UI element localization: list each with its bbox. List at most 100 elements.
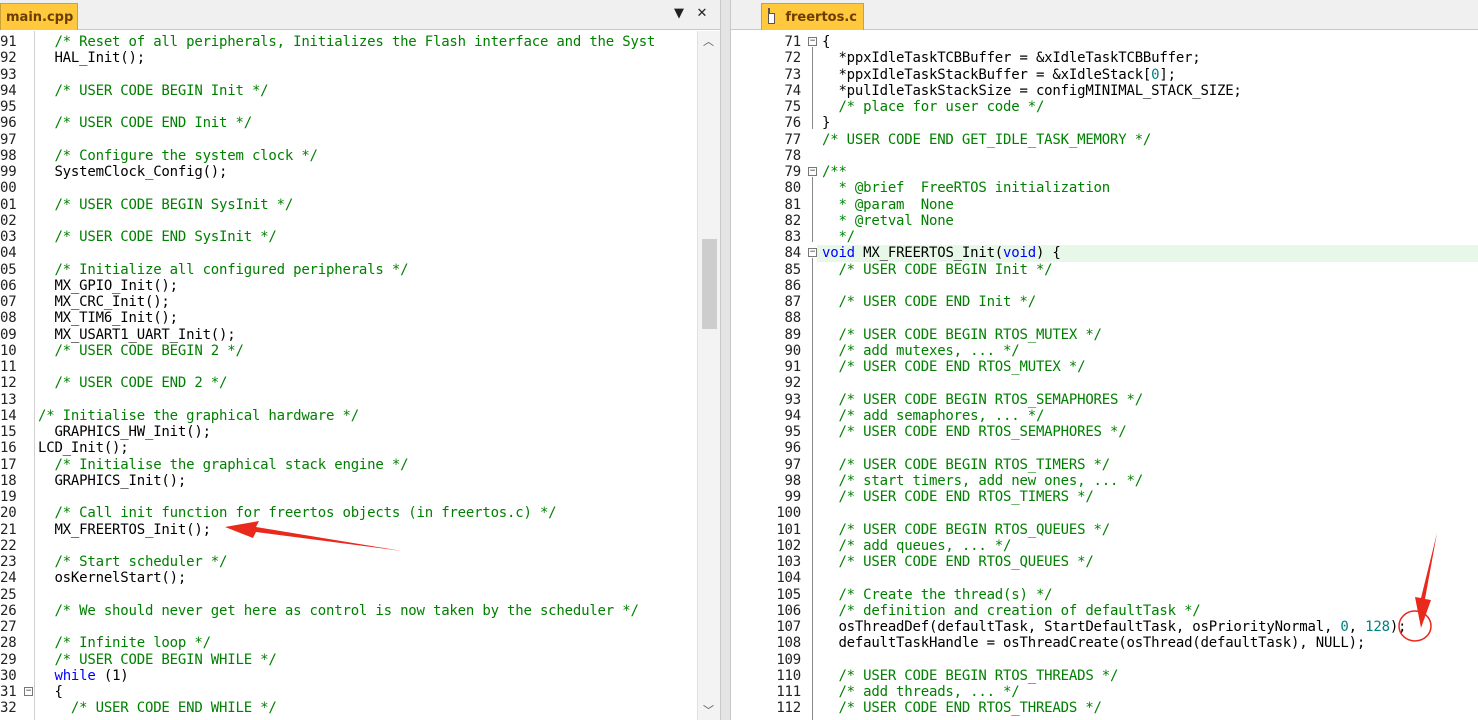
line-number: 81 bbox=[784, 196, 802, 213]
line-number: 104 bbox=[776, 570, 801, 587]
pane-splitter[interactable] bbox=[720, 0, 731, 720]
line-number: 97 bbox=[784, 456, 802, 473]
code-line: /** bbox=[822, 164, 847, 180]
line-number: 01 bbox=[0, 196, 17, 213]
line-number: 94 bbox=[0, 82, 17, 99]
line-number: 05 bbox=[0, 261, 17, 278]
line-number: 13 bbox=[0, 391, 17, 408]
tab-list-dropdown-icon[interactable]: ▼ bbox=[670, 5, 688, 23]
line-number: 15 bbox=[0, 424, 17, 440]
tab-bar-right: freertos.c bbox=[731, 0, 1478, 30]
tab-main-cpp[interactable]: main.cpp bbox=[0, 3, 78, 30]
code-line: /* USER CODE BEGIN Init */ bbox=[38, 82, 269, 99]
code-line: /* USER CODE BEGIN WHILE */ bbox=[38, 651, 277, 668]
code-line: } bbox=[822, 115, 831, 132]
code-line: *ppxIdleTaskTCBBuffer = &xIdleTaskTCBBuf… bbox=[822, 50, 1201, 67]
code-line: /* Reset of all peripherals, Initializes… bbox=[38, 34, 656, 50]
line-number: 17 bbox=[0, 456, 17, 473]
code-line: { bbox=[38, 684, 63, 700]
line-number: 95 bbox=[0, 99, 17, 115]
code-line: MX_FREERTOS_Init(); bbox=[38, 521, 211, 538]
line-number: 08 bbox=[0, 310, 17, 327]
line-number: 84 bbox=[784, 245, 802, 262]
scroll-down-arrow-icon[interactable]: ﹀ bbox=[703, 702, 714, 718]
code-line: MX_USART1_UART_Init(); bbox=[38, 326, 236, 343]
scrollbar-thumb[interactable] bbox=[702, 239, 717, 329]
code-line: /* Call init function for freertos objec… bbox=[38, 505, 557, 522]
code-line: MX_CRC_Init(); bbox=[38, 294, 170, 310]
line-number: 107 bbox=[776, 619, 801, 635]
line-number: 106 bbox=[776, 602, 801, 619]
tab-freertos-c[interactable]: freertos.c bbox=[761, 3, 864, 30]
close-tab-icon[interactable]: ✕ bbox=[693, 5, 711, 23]
editor-pane-freertos-c: freertos.c 71 {72 *ppxIdleTaskTCBBuffer =… bbox=[731, 0, 1478, 720]
fold-toggle-icon[interactable]: − bbox=[808, 37, 817, 46]
code-line: /* Configure the system clock */ bbox=[38, 147, 318, 164]
line-number: 86 bbox=[784, 277, 802, 294]
code-line: /* We should never get here as control i… bbox=[38, 602, 639, 619]
code-line: /* Infinite loop */ bbox=[38, 635, 211, 652]
fold-toggle-icon[interactable]: − bbox=[808, 167, 817, 176]
line-number: 93 bbox=[0, 66, 17, 83]
code-line: /* USER CODE END 2 */ bbox=[38, 375, 228, 392]
line-number: 24 bbox=[0, 570, 17, 587]
line-number: 91 bbox=[784, 359, 802, 375]
line-number: 98 bbox=[0, 147, 17, 164]
code-line: /* USER CODE END RTOS_QUEUES */ bbox=[822, 554, 1094, 570]
line-number: 96 bbox=[0, 115, 17, 132]
code-line: /* USER CODE END RTOS_THREADS */ bbox=[822, 700, 1102, 717]
code-line: /* USER CODE BEGIN 2 */ bbox=[38, 342, 244, 359]
line-number: 89 bbox=[784, 326, 802, 343]
line-number: 112 bbox=[776, 700, 801, 717]
code-line: *pulIdleTaskStackSize = configMINIMAL_ST… bbox=[822, 82, 1242, 99]
code-line: defaultTaskHandle = osThreadCreate(osThr… bbox=[822, 635, 1366, 652]
line-number: 21 bbox=[0, 521, 17, 538]
code-line: * @retval None bbox=[822, 212, 954, 229]
fold-toggle-icon[interactable]: − bbox=[24, 687, 33, 696]
line-number: 90 bbox=[784, 342, 802, 359]
line-number: 92 bbox=[0, 50, 17, 67]
code-line: LCD_Init(); bbox=[38, 440, 129, 457]
tab-label: freertos.c bbox=[785, 9, 857, 25]
code-line: /* USER CODE BEGIN RTOS_QUEUES */ bbox=[822, 521, 1111, 538]
code-line: /* USER CODE BEGIN RTOS_THREADS */ bbox=[822, 667, 1119, 684]
line-number: 96 bbox=[784, 440, 802, 457]
document-icon bbox=[768, 8, 776, 24]
line-number: 77 bbox=[784, 131, 802, 148]
scroll-up-arrow-icon[interactable]: ︿ bbox=[703, 33, 714, 49]
code-line: void MX_FREERTOS_Init(void) { bbox=[822, 245, 1061, 262]
line-number: 74 bbox=[784, 82, 802, 99]
line-number: 99 bbox=[784, 489, 802, 505]
code-line: GRAPHICS_Init(); bbox=[38, 472, 187, 489]
code-line: MX_GPIO_Init(); bbox=[38, 277, 178, 294]
line-number: 108 bbox=[776, 635, 801, 652]
fold-guide bbox=[812, 177, 813, 242]
code-line: * @param None bbox=[822, 196, 954, 213]
code-editor-right[interactable]: 71 {72 *ppxIdleTaskTCBBuffer = &xIdleTask… bbox=[731, 31, 1478, 720]
line-number: 29 bbox=[0, 651, 17, 668]
code-editor-left[interactable]: 91 /* Reset of all peripherals, Initiali… bbox=[0, 31, 697, 720]
code-line: /* Create the thread(s) */ bbox=[822, 586, 1053, 603]
line-number: 72 bbox=[784, 50, 802, 67]
code-line: /* Initialize all configured peripherals… bbox=[38, 261, 409, 278]
code-line: SystemClock_Config(); bbox=[38, 164, 228, 180]
code-line: /* USER CODE END GET_IDLE_TASK_MEMORY */ bbox=[822, 131, 1152, 148]
line-number: 22 bbox=[0, 537, 17, 554]
line-number: 00 bbox=[0, 180, 17, 197]
vertical-scrollbar[interactable]: ︿ ﹀ bbox=[697, 31, 720, 720]
line-number: 94 bbox=[784, 407, 802, 424]
tab-label: main.cpp bbox=[6, 9, 74, 25]
code-line: /* Start scheduler */ bbox=[38, 554, 228, 570]
fold-toggle-icon[interactable]: − bbox=[808, 248, 817, 258]
code-line: /* USER CODE BEGIN RTOS_MUTEX */ bbox=[822, 326, 1102, 343]
line-number: 83 bbox=[784, 229, 802, 245]
code-line: /* start timers, add new ones, ... */ bbox=[822, 472, 1143, 489]
line-number: 03 bbox=[0, 229, 17, 245]
line-number: 09 bbox=[0, 326, 17, 343]
line-number: 103 bbox=[776, 554, 801, 570]
line-number: 105 bbox=[776, 586, 801, 603]
code-line: /* USER CODE BEGIN RTOS_SEMAPHORES */ bbox=[822, 391, 1143, 408]
line-number: 92 bbox=[784, 375, 802, 392]
code-line: */ bbox=[822, 229, 855, 245]
line-number: 10 bbox=[0, 342, 17, 359]
